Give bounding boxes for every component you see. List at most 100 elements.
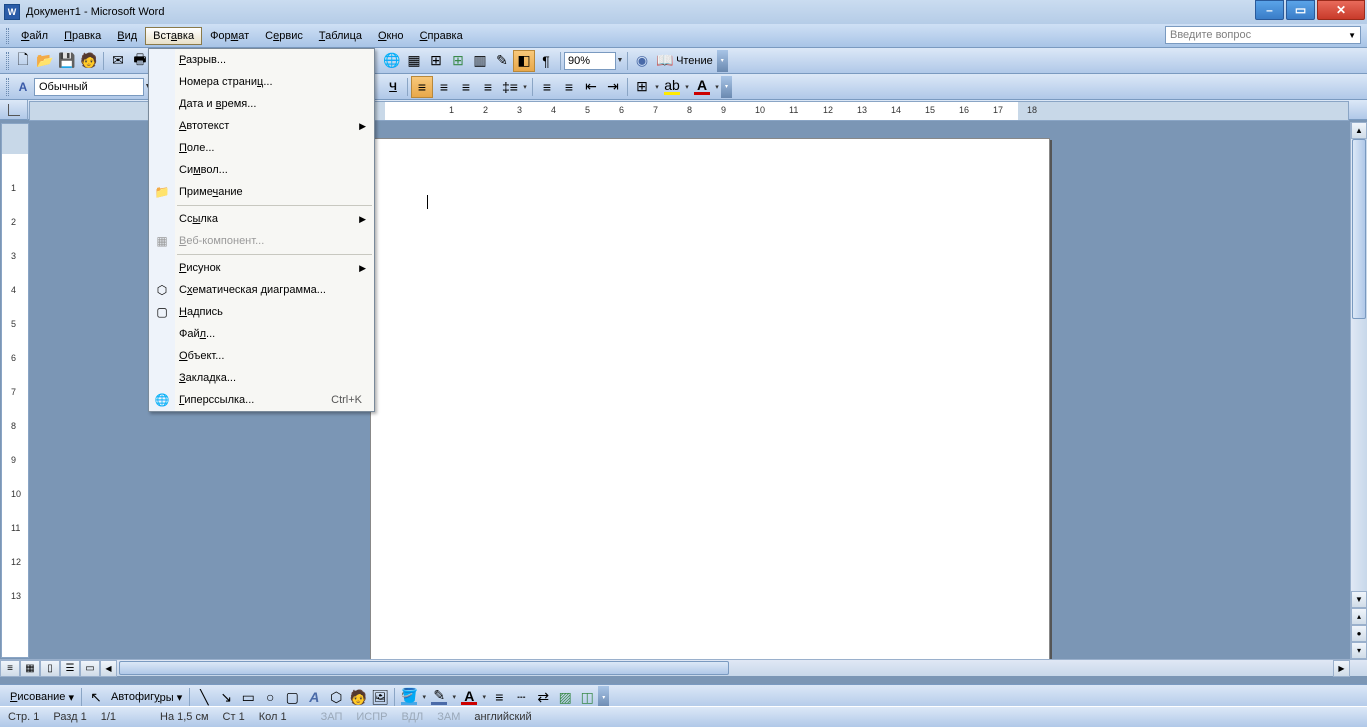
align-left-button[interactable]: ≡ (411, 76, 433, 98)
menu-item-field[interactable]: Поле... (149, 137, 374, 159)
document-page[interactable] (370, 138, 1050, 659)
line-spacing-button[interactable]: ‡≡ (499, 76, 521, 98)
reading-view-button[interactable]: ▭ (80, 660, 100, 677)
oval-tool-button[interactable]: ○ (259, 686, 281, 708)
normal-view-button[interactable]: ≡ (0, 660, 20, 677)
line-color-button[interactable]: ✎ (428, 686, 450, 708)
maximize-button[interactable]: ▭ (1286, 0, 1315, 20)
excel-button[interactable]: ⊞ (447, 50, 469, 72)
browse-object-button[interactable]: ● (1351, 625, 1367, 642)
menu-window[interactable]: Окно (370, 27, 412, 45)
status-language[interactable]: английский (474, 711, 545, 723)
permissions-button[interactable]: 🧑 (78, 50, 100, 72)
dropdown-icon[interactable]: ▾ (683, 83, 691, 91)
menu-item-picture[interactable]: Рисунок▶ (149, 257, 374, 279)
print-view-button[interactable]: ▯ (40, 660, 60, 677)
numbered-list-button[interactable]: ≡ (536, 76, 558, 98)
line-style-button[interactable]: ≡ (488, 686, 510, 708)
insert-picture-button[interactable]: 🖼 (369, 686, 391, 708)
prev-page-button[interactable]: ▴ (1351, 608, 1367, 625)
font-color-button[interactable]: A (458, 686, 480, 708)
menu-insert[interactable]: Вставка (145, 27, 202, 45)
3d-button[interactable]: ◫ (576, 686, 598, 708)
shadow-button[interactable]: ▨ (554, 686, 576, 708)
save-button[interactable]: 💾 (56, 50, 78, 72)
close-button[interactable]: ✕ (1317, 0, 1365, 20)
minimize-button[interactable]: – (1255, 0, 1284, 20)
underline-button[interactable]: Ч (382, 76, 404, 98)
menu-item-object[interactable]: Объект... (149, 345, 374, 367)
columns-button[interactable]: ▥ (469, 50, 491, 72)
open-button[interactable]: 📂 (34, 50, 56, 72)
status-trk[interactable]: ИСПР (356, 711, 401, 723)
zoom-dropdown-icon[interactable]: ▼ (616, 57, 624, 64)
toolbar-overflow-button[interactable]: ▾ (598, 686, 609, 708)
toolbar-overflow-button[interactable]: ▾ (721, 76, 732, 98)
toolbar-grip[interactable] (6, 52, 9, 70)
hscroll-thumb[interactable] (119, 661, 729, 675)
dropdown-icon[interactable]: ▾ (713, 83, 721, 91)
help-button[interactable]: ◉ (631, 50, 653, 72)
fill-color-button[interactable]: 🪣 (398, 686, 420, 708)
menu-service[interactable]: Сервис (257, 27, 311, 45)
dropdown-icon[interactable]: ▾ (653, 83, 661, 91)
toolbar-overflow-button[interactable]: ▾ (717, 50, 728, 72)
zoom-combo[interactable]: 90% (564, 52, 616, 70)
styles-pane-button[interactable]: A (12, 76, 34, 98)
dropdown-icon[interactable]: ▾ (521, 83, 529, 91)
reading-layout-button[interactable]: 📖 Чтение (653, 50, 717, 72)
drawing-toggle-button[interactable]: ✎ (491, 50, 513, 72)
bullet-list-button[interactable]: ≡ (558, 76, 580, 98)
scroll-left-button[interactable]: ◀ (100, 660, 117, 677)
ask-dropdown-icon[interactable]: ▼ (1348, 31, 1356, 40)
menu-view[interactable]: Вид (109, 27, 145, 45)
style-combo[interactable]: Обычный (34, 78, 144, 96)
select-objects-button[interactable]: ↖ (85, 686, 107, 708)
vertical-ruler[interactable]: 12345678910111213 (1, 123, 29, 658)
menu-item-autotext[interactable]: Автотекст▶ (149, 115, 374, 137)
next-page-button[interactable]: ▾ (1351, 642, 1367, 659)
dash-style-button[interactable]: ┄ (510, 686, 532, 708)
ask-question-box[interactable]: Введите вопрос ▼ (1165, 26, 1361, 44)
menu-file[interactable]: Файл (13, 27, 56, 45)
menu-item-diagram[interactable]: ⬡Схематическая диаграмма... (149, 279, 374, 301)
autoshapes-button[interactable]: Автофигуры ▾ (107, 686, 186, 708)
menu-item-symbol[interactable]: Символ... (149, 159, 374, 181)
borders-button[interactable]: ⊞ (631, 76, 653, 98)
indent-button[interactable]: ⇥ (602, 76, 624, 98)
rectangle-tool-button[interactable]: ▭ (237, 686, 259, 708)
line-tool-button[interactable]: ╲ (193, 686, 215, 708)
tab-selector[interactable] (0, 100, 28, 120)
scroll-right-button[interactable]: ▶ (1333, 660, 1350, 677)
menu-item-comment[interactable]: 📁Примечание (149, 181, 374, 203)
wordart-button[interactable]: A (303, 686, 325, 708)
menu-edit[interactable]: Правка (56, 27, 109, 45)
textbox-tool-button[interactable]: ▢ (281, 686, 303, 708)
menu-table[interactable]: Таблица (311, 27, 370, 45)
clipart-button[interactable]: 🧑 (347, 686, 369, 708)
menu-item-reference[interactable]: Ссылка▶ (149, 208, 374, 230)
menu-item-file[interactable]: Файл... (149, 323, 374, 345)
arrow-style-button[interactable]: ⇄ (532, 686, 554, 708)
font-color-button[interactable]: A (691, 76, 713, 98)
toolbar-grip[interactable] (6, 78, 9, 96)
outline-view-button[interactable]: ☰ (60, 660, 80, 677)
status-ovr[interactable]: ЗАМ (437, 711, 474, 723)
tables-borders-button[interactable]: ▦ (403, 50, 425, 72)
email-button[interactable]: ✉ (107, 50, 129, 72)
scroll-down-button[interactable]: ▼ (1351, 591, 1367, 608)
doc-map-button[interactable]: ◧ (513, 50, 535, 72)
highlight-button[interactable]: ab (661, 76, 683, 98)
scroll-thumb[interactable] (1352, 139, 1366, 319)
dropdown-icon[interactable]: ▾ (450, 693, 458, 701)
arrow-tool-button[interactable]: ↘ (215, 686, 237, 708)
status-rec[interactable]: ЗАП (321, 711, 357, 723)
outdent-button[interactable]: ⇤ (580, 76, 602, 98)
hyperlink-button[interactable]: 🌐 (381, 50, 403, 72)
insert-table-button[interactable]: ⊞ (425, 50, 447, 72)
align-right-button[interactable]: ≡ (455, 76, 477, 98)
drawing-menu-button[interactable]: Рисование ▾ (6, 686, 78, 708)
show-formatting-button[interactable]: ¶ (535, 50, 557, 72)
scroll-track[interactable] (1351, 139, 1367, 591)
diagram-button[interactable]: ⬡ (325, 686, 347, 708)
